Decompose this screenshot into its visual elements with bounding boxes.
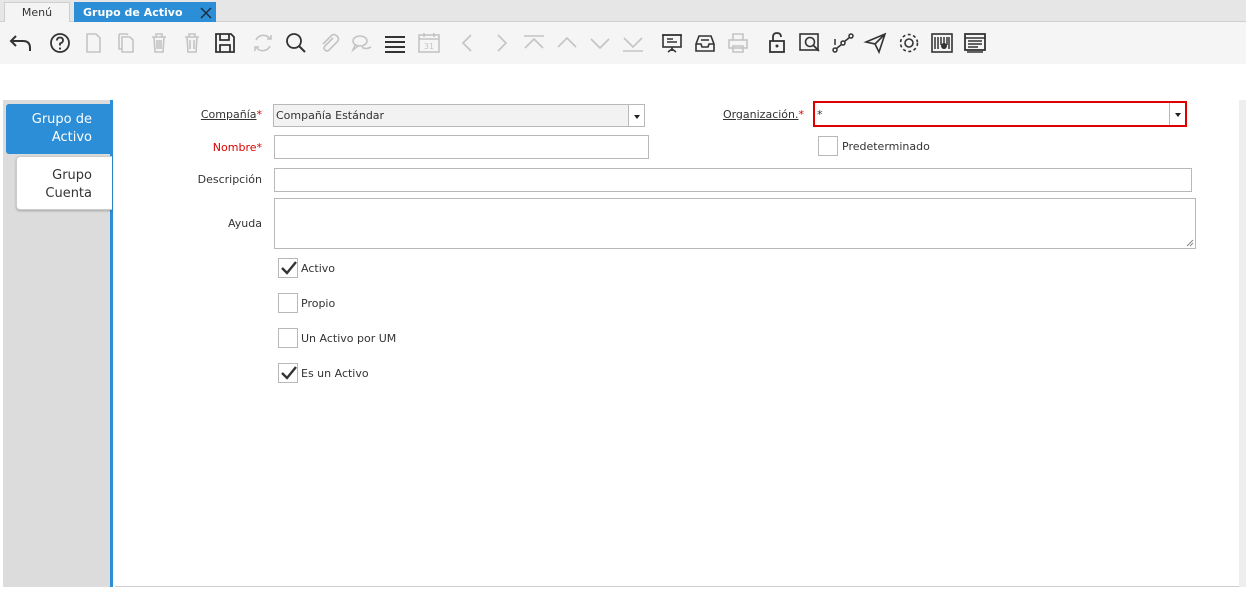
- delete-icon[interactable]: [146, 30, 172, 56]
- previous-record-icon[interactable]: [455, 30, 481, 56]
- print-icon[interactable]: [725, 30, 751, 56]
- undo-icon[interactable]: [8, 30, 34, 56]
- compania-label-text: Compañía: [200, 108, 257, 121]
- checkmark-icon: [281, 366, 297, 380]
- compania-value: Compañía Estándar: [276, 109, 385, 122]
- calendar-icon[interactable]: 31: [416, 30, 442, 56]
- copy-record-icon[interactable]: [113, 30, 139, 56]
- save-icon[interactable]: [212, 30, 238, 56]
- find-icon[interactable]: [283, 30, 309, 56]
- archive-icon[interactable]: [692, 30, 718, 56]
- window-info-icon[interactable]: [962, 30, 988, 56]
- ayuda-label: Ayuda: [228, 217, 262, 230]
- descripcion-label: Descripción: [197, 173, 262, 186]
- tab-menu[interactable]: Menú (0): [4, 2, 70, 38]
- activo-checkbox[interactable]: [278, 258, 298, 278]
- un-activo-por-um-checkbox[interactable]: [278, 328, 298, 348]
- predeterminado-label: Predeterminado: [842, 140, 930, 153]
- nombre-field[interactable]: [274, 135, 649, 159]
- organizacion-label: Organización.*: [700, 108, 804, 121]
- un-activo-por-um-label: Un Activo por UM: [301, 332, 397, 345]
- svg-text:31: 31: [424, 42, 434, 51]
- toolbar: 31: [0, 22, 1246, 64]
- sidebar-item-grupo-cuenta[interactable]: Grupo Cuenta: [16, 156, 112, 210]
- refresh-icon[interactable]: [250, 30, 276, 56]
- es-un-activo-checkbox[interactable]: [278, 363, 298, 383]
- propio-label: Propio: [301, 297, 336, 310]
- first-record-icon[interactable]: [521, 30, 547, 56]
- send-icon[interactable]: [863, 30, 889, 56]
- compania-select[interactable]: Compañía Estándar: [273, 104, 645, 127]
- chevron-down-icon[interactable]: [628, 105, 644, 126]
- lock-icon[interactable]: [764, 30, 790, 56]
- propio-checkbox[interactable]: [278, 293, 298, 313]
- descripcion-field[interactable]: [274, 168, 1192, 192]
- help-icon[interactable]: [47, 30, 73, 56]
- resize-grip-icon[interactable]: [1186, 239, 1194, 247]
- window-tab-bar: Menú (0) Grupo de Activo Fijo: [0, 0, 1246, 38]
- organizacion-label-text: Organización.: [722, 108, 799, 121]
- tab-grupo-activo-fijo[interactable]: Grupo de Activo Fijo: [74, 2, 216, 38]
- content-scroll-edge: [1239, 100, 1246, 587]
- last-record-icon[interactable]: [620, 30, 646, 56]
- detail-tab-sidebar: Grupo de Activo Grupo Cuenta: [3, 100, 113, 587]
- nombre-label-text: Nombre: [212, 141, 257, 154]
- required-marker: *: [256, 108, 263, 121]
- new-record-icon[interactable]: [80, 30, 106, 56]
- activo-label: Activo: [301, 262, 335, 275]
- organizacion-value: *: [817, 108, 823, 121]
- es-un-activo-label: Es un Activo: [301, 367, 369, 380]
- product-info-icon[interactable]: [929, 30, 955, 56]
- chevron-down-icon[interactable]: [1169, 103, 1185, 125]
- delete-selected-icon[interactable]: [179, 30, 205, 56]
- checkmark-icon: [281, 261, 297, 275]
- next-icon[interactable]: [587, 30, 613, 56]
- previous-icon[interactable]: [554, 30, 580, 56]
- next-record-icon[interactable]: [488, 30, 514, 56]
- process-icon[interactable]: [896, 30, 922, 56]
- workflow-icon[interactable]: [830, 30, 856, 56]
- organizacion-select[interactable]: *: [813, 101, 1187, 127]
- close-icon[interactable]: [200, 6, 212, 19]
- report-icon[interactable]: [659, 30, 685, 56]
- compania-label: Compañía*: [180, 108, 262, 121]
- content-divider: [115, 586, 1239, 587]
- required-marker: *: [256, 141, 263, 154]
- sidebar-item-grupo-activo[interactable]: Grupo de Activo: [6, 104, 112, 154]
- grid-toggle-icon[interactable]: [382, 30, 408, 56]
- predeterminado-checkbox[interactable]: [818, 136, 838, 156]
- zoom-across-icon[interactable]: [797, 30, 823, 56]
- chat-icon[interactable]: [349, 30, 375, 56]
- nombre-label: Nombre*: [180, 141, 262, 154]
- ayuda-textarea[interactable]: [274, 198, 1196, 249]
- attachment-icon[interactable]: [316, 30, 342, 56]
- required-marker: *: [798, 108, 805, 121]
